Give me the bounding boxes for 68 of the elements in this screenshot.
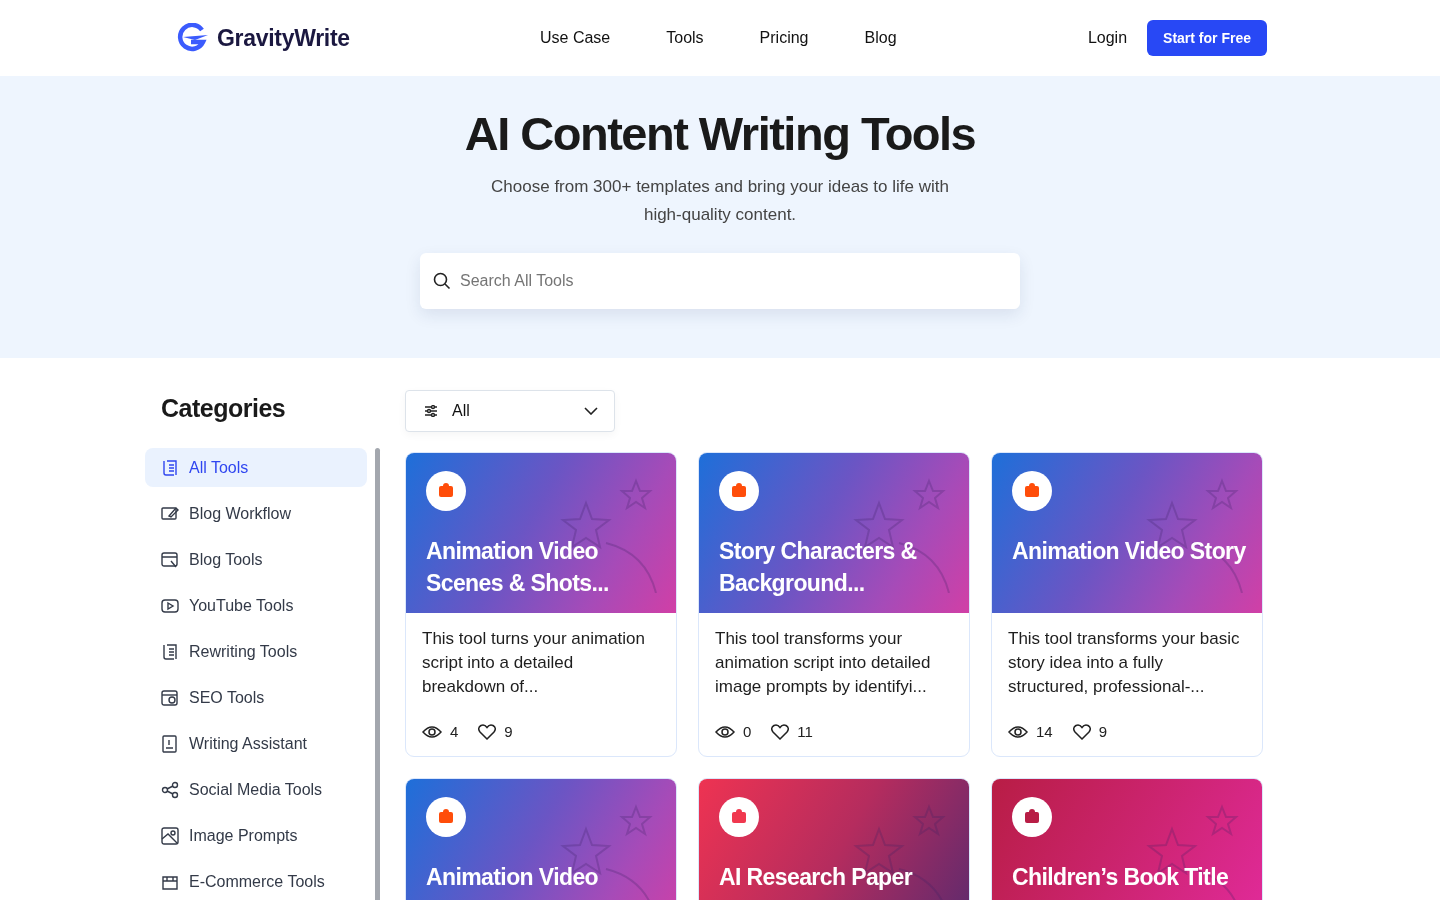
scrollbar[interactable]	[375, 448, 380, 900]
filter-icon	[424, 405, 438, 417]
category-icon	[161, 734, 179, 753]
eye-icon	[1008, 724, 1028, 739]
start-button[interactable]: Start for Free	[1147, 20, 1267, 56]
nav-link[interactable]: Tools	[666, 29, 704, 47]
eye-icon	[422, 724, 442, 739]
category-item[interactable]: Social Media Tools	[145, 770, 367, 809]
category-item[interactable]: Image Prompts	[145, 816, 367, 855]
tool-icon	[1012, 471, 1052, 511]
heart-icon[interactable]	[771, 723, 790, 740]
tool-icon	[719, 471, 759, 511]
card-title: Children’s Book Title	[1012, 863, 1230, 892]
search-field[interactable]: Search All Tools	[420, 253, 1020, 309]
nav-link[interactable]: Use Case	[540, 29, 611, 47]
like-count: 9	[1098, 723, 1108, 740]
tool-card[interactable]: Story Characters & Background... This tool transforms your animation script into detailed image prompts by identifyi... 0 11	[698, 452, 970, 757]
card-title: Animation Video Story	[1012, 537, 1246, 566]
chevron-down-icon	[584, 407, 598, 415]
categories-heading: Categories	[161, 394, 287, 423]
category-icon	[161, 688, 179, 707]
tool-icon	[719, 797, 759, 837]
like-count: 11	[797, 723, 813, 740]
category-icon	[161, 550, 179, 569]
category-icon	[161, 458, 179, 477]
category-icon	[161, 642, 179, 661]
view-count: 14	[1036, 723, 1053, 740]
page-subtitle: Choose from 300+ templates and bring your ideas to life with high-quality content.	[490, 176, 950, 226]
brand-name[interactable]: GravityWrite	[217, 24, 350, 52]
card-title: Animation Video	[426, 863, 600, 892]
tool-card[interactable]: AI Research Paper	[698, 778, 970, 900]
view-count: 0	[743, 723, 752, 740]
tool-icon	[426, 797, 466, 837]
like-count: 9	[504, 723, 513, 740]
tool-card[interactable]: Animation Video	[405, 778, 677, 900]
category-icon	[161, 504, 179, 523]
category-dropdown[interactable]: All	[405, 390, 615, 432]
tool-icon	[1012, 797, 1052, 837]
view-count: 4	[450, 723, 459, 740]
card-title: AI Research Paper	[719, 863, 914, 892]
login-link[interactable]: Login	[1087, 29, 1128, 47]
category-item[interactable]: Writing Assistant	[145, 724, 367, 763]
category-icon	[161, 780, 179, 799]
tool-card[interactable]: Animation Video Story This tool transforms your basic story idea into a fully structured, professional-... 14 9	[991, 452, 1263, 757]
eye-icon	[715, 724, 735, 739]
tool-icon	[426, 471, 466, 511]
category-item[interactable]: Blog Workflow	[145, 494, 367, 533]
category-item[interactable]: SEO Tools	[145, 678, 367, 717]
card-description: This tool transforms your animation script into detailed image prompts by identifyi...	[715, 628, 932, 698]
nav-link[interactable]: Blog	[864, 29, 897, 47]
card-title: Animation Video Scenes & Shots...	[426, 537, 610, 598]
tool-card[interactable]: Animation Video Scenes & Shots... This tool turns your animation script into a detailed breakdown of... 4 9	[405, 452, 677, 757]
category-item[interactable]: YouTube Tools	[145, 586, 367, 625]
card-description: This tool transforms your basic story idea into a fully structured, professional-...	[1008, 628, 1241, 698]
heart-icon[interactable]	[478, 723, 497, 740]
category-icon	[161, 596, 179, 615]
category-icon	[161, 826, 179, 845]
heart-icon[interactable]	[1072, 723, 1091, 740]
logo-icon	[175, 23, 209, 53]
tool-card[interactable]: Children’s Book Title	[991, 778, 1263, 900]
category-item[interactable]: E-Commerce Tools	[145, 862, 367, 900]
category-item[interactable]: Rewriting Tools	[145, 632, 367, 671]
category-item[interactable]: Blog Tools	[145, 540, 367, 579]
page-title: AI Content Writing Tools	[464, 106, 976, 161]
category-item[interactable]: All Tools	[145, 448, 367, 487]
card-description: This tool turns your animation script into a detailed breakdown of...	[422, 628, 646, 698]
card-title: Story Characters & Background...	[719, 537, 918, 598]
nav-link[interactable]: Pricing	[759, 29, 809, 47]
